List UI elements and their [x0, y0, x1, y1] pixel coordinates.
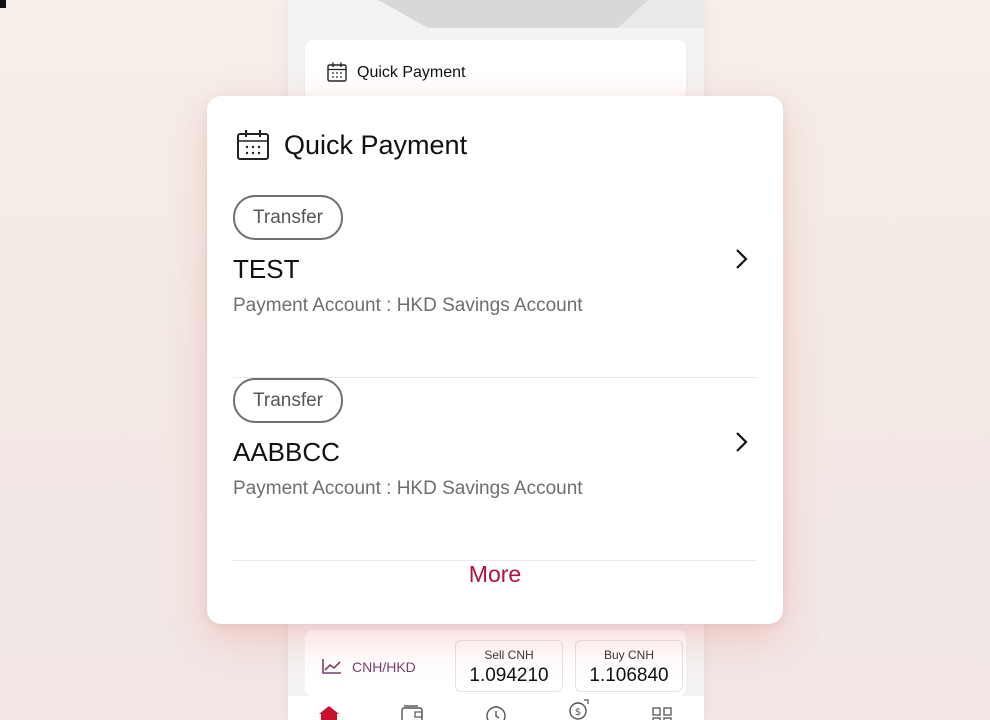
transfer-tag: Transfer — [233, 195, 343, 240]
sell-label: Sell CNH — [484, 648, 534, 662]
payee-name: AABBCC — [233, 437, 340, 467]
chevron-right-icon[interactable] — [733, 429, 751, 455]
buy-label: Buy CNH — [603, 648, 654, 662]
svg-text:$: $ — [575, 707, 581, 718]
chevron-right-icon[interactable] — [733, 246, 751, 272]
bottom-tab-bar: $ — [288, 696, 704, 720]
card-title: Quick Payment — [357, 64, 466, 81]
payment-account: Payment Account : HKD Savings Account — [233, 478, 583, 499]
buy-value: 1.106840 — [589, 665, 669, 686]
home-icon[interactable] — [317, 704, 341, 720]
banner — [288, 0, 704, 28]
trend-chart-icon — [322, 659, 341, 674]
quick-payment-popup: Quick Payment Transfer TEST Payment Acco… — [207, 96, 783, 624]
sell-rate-box[interactable]: Sell CNH 1.094210 — [455, 640, 563, 692]
grid-icon[interactable] — [650, 704, 674, 720]
quick-payment-card[interactable]: Quick Payment — [305, 40, 686, 100]
sell-value: 1.094210 — [469, 665, 549, 686]
transfer-tag: Transfer — [233, 378, 343, 423]
corner-dot — [0, 0, 6, 8]
exchange-icon[interactable]: $ — [567, 698, 591, 720]
payment-account: Payment Account : HKD Savings Account — [233, 295, 583, 316]
more-button[interactable]: More — [207, 561, 783, 588]
buy-rate-box[interactable]: Buy CNH 1.106840 — [575, 640, 683, 692]
popup-title: Quick Payment — [284, 130, 468, 160]
calendar-icon — [327, 62, 347, 82]
clock-icon[interactable] — [484, 704, 508, 720]
currency-pair: CNH/HKD — [352, 659, 416, 675]
wallet-icon[interactable] — [400, 704, 424, 720]
payee-name: TEST — [233, 254, 300, 284]
payment-item[interactable]: Transfer TEST Payment Account : HKD Savi… — [233, 195, 757, 378]
calendar-icon — [237, 130, 269, 160]
fx-rate-row[interactable]: CNH/HKD Sell CNH 1.094210 Buy CNH 1.1068… — [305, 630, 686, 696]
payment-item[interactable]: Transfer AABBCC Payment Account : HKD Sa… — [233, 378, 757, 561]
